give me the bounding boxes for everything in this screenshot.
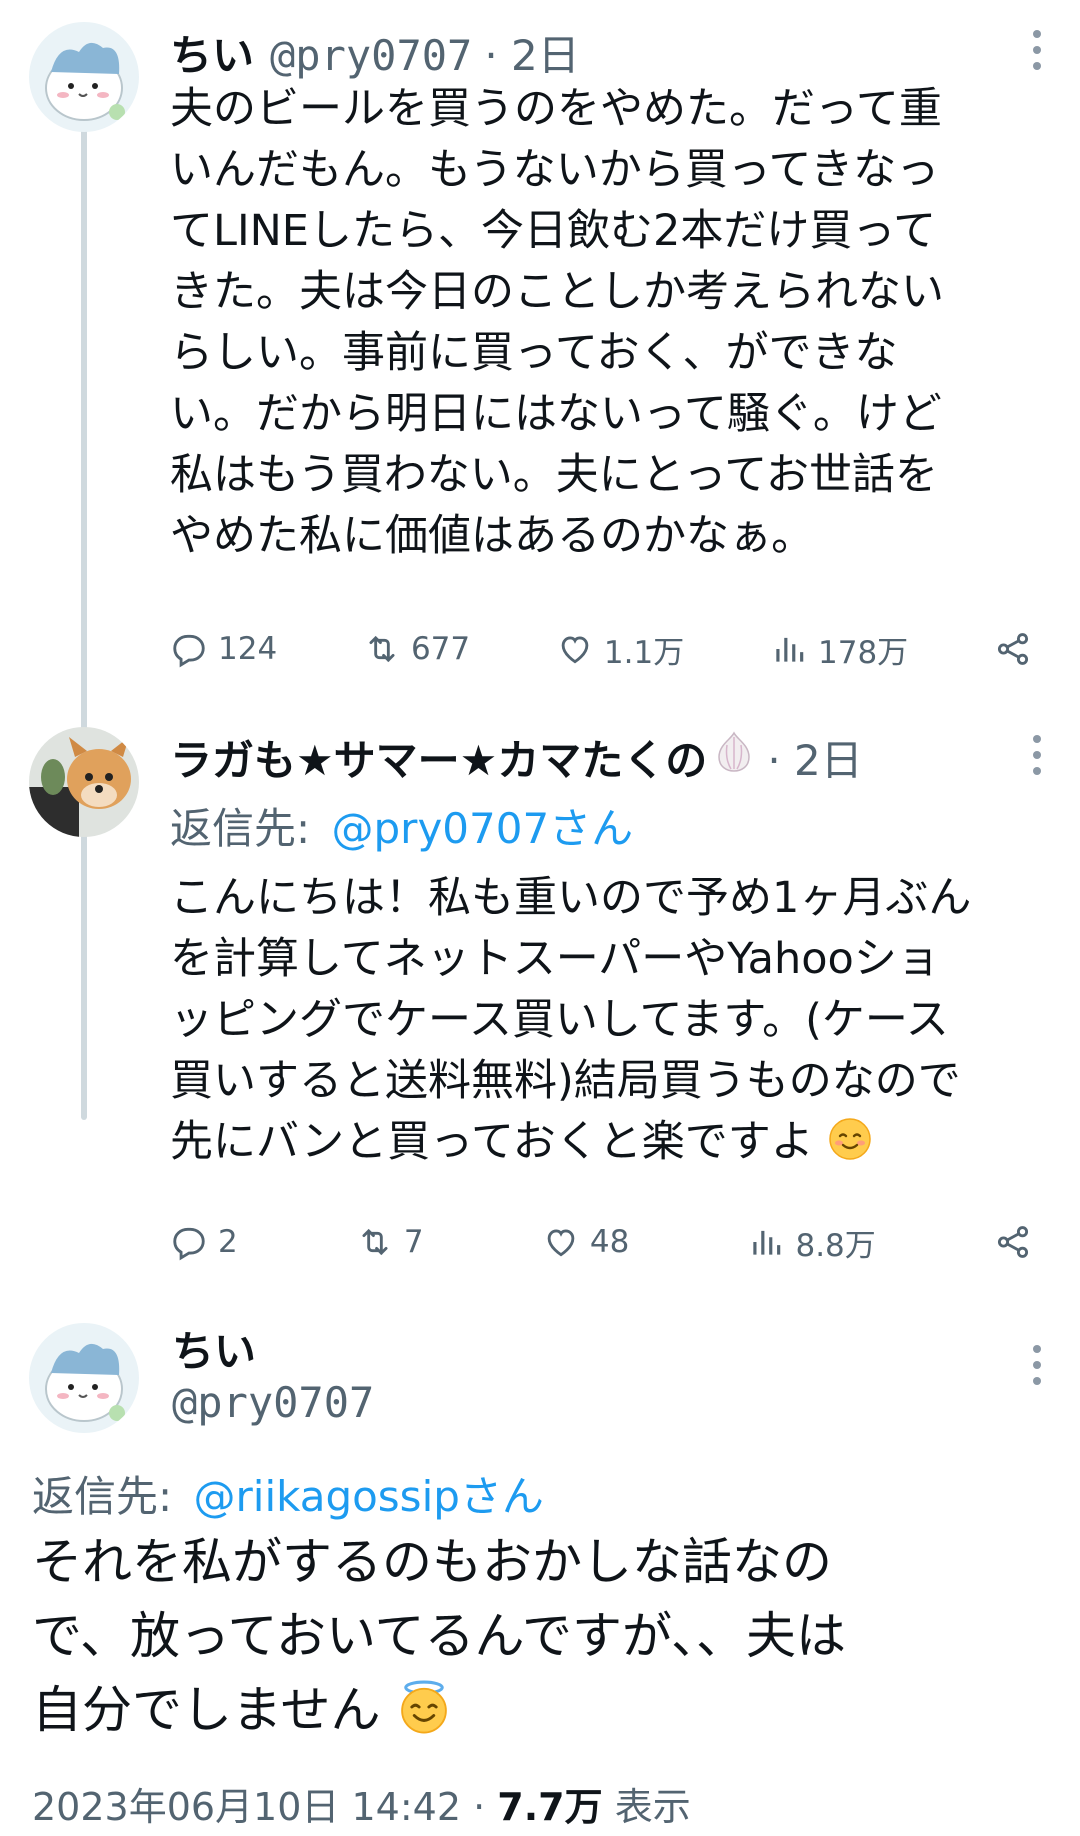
reply-to-prefix: 返信先: — [32, 1472, 173, 1521]
share-icon — [997, 633, 1028, 665]
retweet-count: 677 — [410, 631, 471, 667]
views-button[interactable]: 8.8万 — [747, 1220, 876, 1265]
post-line: で、放っておいてるんですが、、夫は — [32, 1607, 846, 1665]
action-bar: 124 677 1.1万 178万 — [170, 624, 1032, 674]
post-line: てLINEしたら、今日飲む2本だけ買って — [170, 206, 937, 256]
main-handle-row: @pry0707 — [172, 1378, 374, 1427]
reply-icon — [173, 1227, 205, 1261]
reply-button[interactable]: 124 — [170, 630, 277, 668]
post-line: それを私がするのもおかしな話なの — [32, 1533, 832, 1591]
retweet-button[interactable]: 677 — [363, 630, 470, 668]
post-time[interactable]: · 2日 — [767, 727, 862, 788]
display-name[interactable]: ラガも★サマー★カマたくの — [170, 727, 707, 788]
post-line: ッピングでケース買いしてます。(ケース — [170, 995, 949, 1045]
post-header: ちい @pry0707 · 2日 — [170, 22, 580, 83]
reply-button[interactable]: 2 — [170, 1223, 238, 1261]
more-options-icon[interactable] — [1031, 30, 1043, 70]
reply-to-label: 返信先: @pry0707さん — [170, 795, 633, 856]
post-line-text: 自分でしません — [32, 1681, 381, 1739]
post-line: らしい。事前に買っておく、ができな — [170, 328, 898, 378]
display-name[interactable]: ちい — [172, 1318, 256, 1379]
thread-connector — [81, 120, 87, 1120]
post-line: 夫のビールを買うのをやめた。だって重 — [170, 84, 942, 134]
reply-icon — [173, 634, 205, 668]
avatar[interactable] — [29, 1323, 139, 1433]
heart-icon — [561, 636, 589, 664]
smiling-face-with-halo-icon — [401, 1680, 448, 1734]
post-line: い。だから明日にはないって騒ぐ。けど — [170, 389, 942, 439]
post-header: ラガも★サマー★カマたくの · 2日 — [170, 727, 863, 788]
reply-to-prefix: 返信先: — [170, 804, 311, 853]
share-button[interactable] — [994, 1223, 1032, 1261]
like-button[interactable]: 48 — [542, 1223, 629, 1261]
hamster-avatar-image — [29, 1323, 139, 1433]
view-count: 7.7万 — [497, 1785, 603, 1829]
post-line-text: 先にバンと買っておくと楽ですよ — [170, 1117, 814, 1167]
reply-count: 124 — [218, 631, 278, 667]
post-line: やめた私に価値はあるのかなぁ。 — [170, 511, 815, 561]
retweet-icon — [369, 635, 395, 663]
main-post-body: それを私がするのもおかしな話なの で、放っておいてるんですが、、夫は 自分でしま… — [32, 1525, 846, 1747]
views-bar-chart-icon — [753, 1230, 781, 1255]
post-line: 買いすると送料無料)結局買うものなので — [170, 1056, 961, 1106]
post-line: きた。夫は今日のことしか考えられない — [170, 267, 944, 317]
reply-count: 2 — [218, 1224, 238, 1260]
user-handle[interactable]: @pry0707 — [270, 31, 472, 80]
retweet-button[interactable]: 7 — [356, 1223, 424, 1261]
post-line: を計算してネットスーパーやYahooショ — [170, 934, 940, 984]
like-count: 48 — [589, 1224, 630, 1260]
post-time[interactable]: · 2日 — [484, 22, 579, 83]
post-line: いんだもん。もうないから買ってきなっ — [170, 145, 940, 195]
reply-to-handle[interactable]: @pry0707さん — [332, 804, 634, 853]
avatar[interactable] — [29, 22, 139, 132]
hamster-avatar-image — [29, 22, 139, 132]
like-button[interactable]: 1.1万 — [556, 627, 684, 672]
more-options-icon[interactable] — [1031, 735, 1043, 775]
garlic-icon — [718, 731, 751, 772]
reply-to-handle[interactable]: @riikagossipさん — [194, 1472, 544, 1521]
share-icon — [997, 1226, 1029, 1258]
view-label: 表示 — [614, 1785, 691, 1829]
post-footer: 2023年06月10日 14:42 · 7.7万 表示 — [32, 1776, 691, 1831]
post-timestamp[interactable]: 2023年06月10日 14:42 · — [32, 1785, 485, 1829]
views-count: 8.8万 — [795, 1227, 876, 1264]
main-display-name-row: ちい — [172, 1318, 256, 1379]
more-options-icon[interactable] — [1031, 1345, 1043, 1385]
smiling-face-icon — [829, 1118, 872, 1160]
pomeranian-avatar-image — [29, 727, 139, 837]
retweet-icon — [362, 1228, 388, 1256]
retweet-count: 7 — [403, 1224, 424, 1260]
post-line-last: 先にバンと買っておくと楽ですよ — [170, 1112, 971, 1173]
views-bar-chart-icon — [776, 637, 804, 662]
views-count: 178万 — [818, 634, 909, 671]
action-bar: 2 7 48 8.8万 — [170, 1217, 1032, 1267]
like-count: 1.1万 — [603, 634, 685, 671]
reply-to-label: 返信先: @riikagossipさん — [32, 1463, 544, 1524]
user-handle[interactable]: @pry0707 — [172, 1378, 374, 1427]
post-line: こんにちは！私も重いので予め1ヶ月ぶん — [170, 873, 972, 923]
display-name[interactable]: ちい — [170, 22, 254, 83]
post-line: 私はもう買わない。夫にとってお世話を — [170, 450, 938, 500]
post-line-last: 自分でしません — [32, 1673, 846, 1747]
post-body: 夫のビールを買うのをやめた。だって重 いんだもん。もうないから買ってきなっ てL… — [170, 79, 944, 567]
views-button[interactable]: 178万 — [770, 627, 908, 672]
share-button[interactable] — [994, 630, 1032, 668]
avatar[interactable] — [29, 727, 139, 837]
post-body: こんにちは！私も重いので予め1ヶ月ぶん を計算してネットスーパーやYahooショ… — [170, 868, 971, 1173]
heart-icon — [547, 1229, 575, 1257]
